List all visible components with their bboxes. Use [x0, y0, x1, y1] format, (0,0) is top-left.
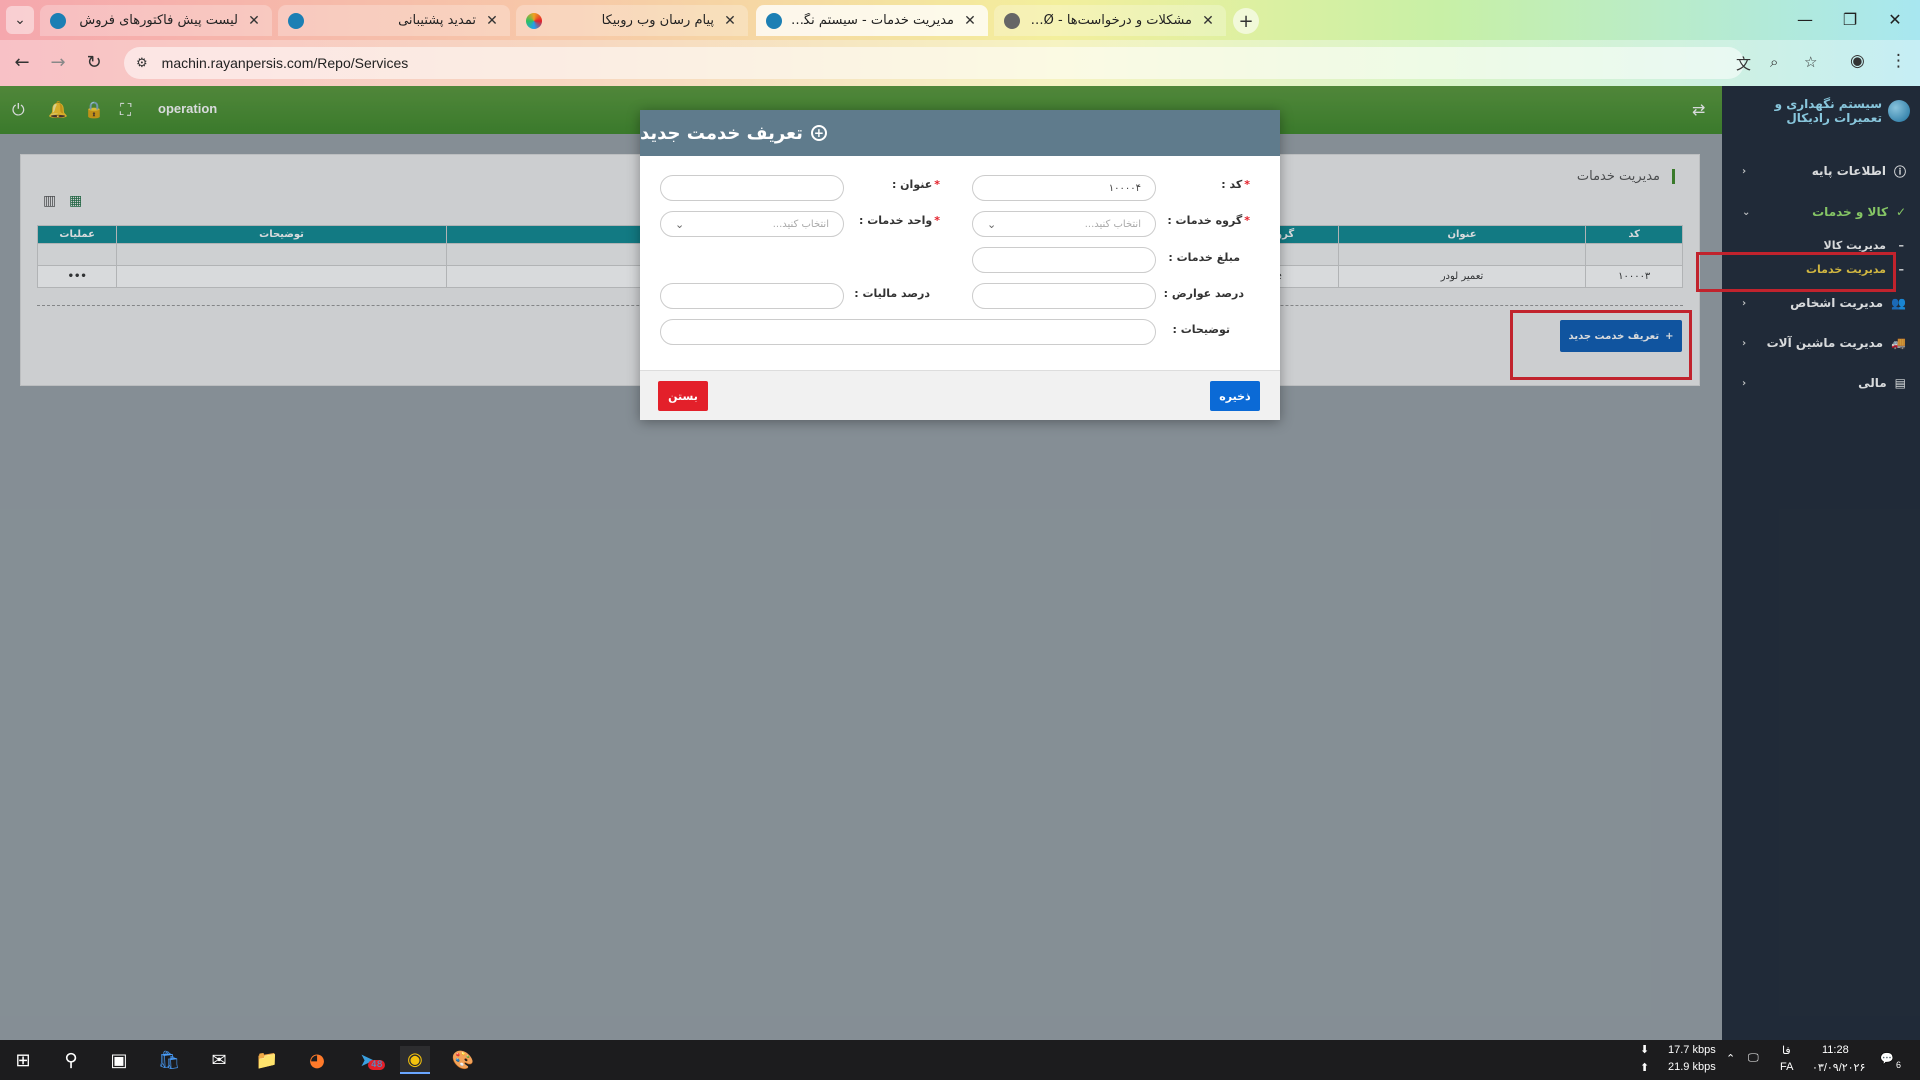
browser-tab-2[interactable]: ✕ تمدید پشتیبانی	[278, 5, 510, 36]
site-favicon-icon	[288, 12, 304, 29]
reload-icon[interactable]: ↻	[82, 51, 106, 75]
description-input[interactable]	[660, 319, 1156, 345]
language-code[interactable]: FA	[1780, 1061, 1793, 1073]
site-settings-icon[interactable]: ⚙	[136, 56, 148, 71]
telegram-icon[interactable]: ➤ 48	[352, 1046, 386, 1074]
vat-percent-input[interactable]	[660, 283, 844, 309]
new-service-dialog: + تعریف خدمت جدید *کد : ۱۰۰۰۰۴ *عنوان : …	[640, 110, 1280, 420]
file-explorer-icon[interactable]: 📁	[252, 1046, 282, 1074]
notifications-icon[interactable]: 💬	[1880, 1052, 1894, 1065]
dialog-footer: بستن ذخیره	[640, 370, 1280, 420]
clock-date[interactable]: ۰۳/۰۹/۲۰۲۶	[1812, 1061, 1865, 1074]
close-icon[interactable]: ✕	[962, 13, 978, 29]
task-view-icon[interactable]: ▣	[104, 1046, 134, 1074]
code-label: *کد :	[1221, 178, 1250, 191]
bookmark-star-icon[interactable]: ☆	[1804, 53, 1817, 71]
dialog-title: تعریف خدمت جدید	[640, 122, 803, 144]
title-label: *عنوان :	[891, 178, 940, 191]
new-tab-button[interactable]: +	[1233, 8, 1259, 34]
close-icon[interactable]: ✕	[1200, 13, 1216, 29]
tray-expand-icon[interactable]: ⌃	[1726, 1052, 1735, 1065]
amount-input[interactable]	[972, 247, 1156, 273]
network-down-speed: 17.7 kbps	[1668, 1044, 1716, 1056]
unit-select[interactable]: انتخاب کنید... ⌄	[660, 211, 844, 237]
mail-icon[interactable]: ✉	[204, 1046, 234, 1074]
save-button[interactable]: ذخیره	[1210, 381, 1260, 411]
clock-time[interactable]: 11:28	[1822, 1044, 1849, 1056]
group-label: *گروه خدمات :	[1167, 214, 1250, 227]
minimize-icon[interactable]: —	[1793, 8, 1817, 32]
duty-percent-label: درصد عوارض :	[1163, 287, 1244, 300]
close-button[interactable]: بستن	[658, 381, 708, 411]
add-circle-icon: +	[810, 125, 827, 141]
site-favicon-icon	[50, 12, 66, 29]
paint-icon[interactable]: 🎨	[448, 1046, 478, 1074]
vat-percent-label: درصد مالیات :	[854, 287, 930, 300]
browser-menu-icon[interactable]: ⋮	[1890, 51, 1907, 71]
forward-icon[interactable]: →	[46, 51, 70, 75]
network-up-icon: ⬆	[1640, 1062, 1650, 1074]
window-close-icon[interactable]: ✕	[1883, 8, 1907, 32]
notification-count: 6	[1896, 1060, 1902, 1070]
description-label: توضیحات :	[1172, 323, 1231, 336]
browser-tab-1[interactable]: ✕ لیست پیش فاکتورهای فروش	[40, 5, 272, 36]
address-bar[interactable]: ⚙ machin.rayanpersis.com/Repo/Services 文…	[124, 47, 1817, 79]
browser-tab-bar: ⌄ ✕ لیست پیش فاکتورهای فروش ✕ تمدید پشتی…	[0, 0, 1920, 40]
store-icon[interactable]: 🛍	[154, 1046, 184, 1074]
browser-tab-4-active[interactable]: ✕ مدیریت خدمات - سیستم نگهداری	[756, 5, 988, 36]
globe-favicon-icon	[1004, 12, 1020, 29]
network-down-icon: ⬇	[1640, 1044, 1650, 1056]
rubika-favicon-icon	[526, 12, 542, 29]
dialog-header: + تعریف خدمت جدید	[640, 110, 1280, 156]
tab-search-button[interactable]: ⌄	[6, 6, 34, 34]
browser-tab-3[interactable]: ✕ پیام رسان وب روبیکا	[516, 5, 748, 36]
unit-label: *واحد خدمات :	[859, 214, 940, 227]
chevron-down-icon: ⌄	[987, 217, 997, 231]
code-input[interactable]: ۱۰۰۰۰۴	[972, 175, 1156, 201]
close-icon[interactable]: ✕	[246, 13, 262, 29]
language-label[interactable]: فا	[1782, 1044, 1791, 1057]
restore-icon[interactable]: ❐	[1838, 8, 1862, 32]
browser-toolbar: ← → ↻ ⚙ machin.rayanpersis.com/Repo/Serv…	[0, 40, 1920, 86]
title-input[interactable]	[660, 175, 844, 201]
chevron-down-icon: ⌄	[675, 217, 685, 231]
windows-start-icon[interactable]: ⊞	[8, 1046, 38, 1074]
close-icon[interactable]: ✕	[484, 13, 500, 29]
close-icon[interactable]: ✕	[722, 13, 738, 29]
dialog-body: *کد : ۱۰۰۰۰۴ *عنوان : *گروه خدمات : انتخ…	[640, 156, 1280, 370]
windows-taskbar: ⊞ ⚲ ▣ 🛍 ✉ 📁 ◕ ➤ 48 ◉ 🎨 ⬇ ⬆ 17.7 kbps 21.9…	[0, 1040, 1920, 1080]
search-icon[interactable]: ⚲	[56, 1046, 86, 1074]
back-icon[interactable]: ←	[10, 51, 34, 75]
network-up-speed: 21.9 kbps	[1668, 1061, 1716, 1073]
site-favicon-icon	[766, 12, 782, 29]
firefox-icon[interactable]: ◕	[302, 1046, 332, 1074]
amount-label: مبلغ خدمات :	[1168, 251, 1240, 264]
profile-icon[interactable]: ◉	[1850, 51, 1865, 71]
zoom-icon[interactable]: ⌕	[1770, 53, 1778, 71]
translate-icon[interactable]: 文	[1736, 53, 1751, 74]
group-select[interactable]: انتخاب کنید... ⌄	[972, 211, 1156, 237]
network-icon[interactable]: 🖵	[1748, 1052, 1759, 1065]
duty-percent-input[interactable]	[972, 283, 1156, 309]
browser-tab-5[interactable]: ✕ مشکلات و درخواست‌ها - ŒÈÙ²Ø	[994, 5, 1226, 36]
chrome-icon[interactable]: ◉	[400, 1046, 430, 1074]
